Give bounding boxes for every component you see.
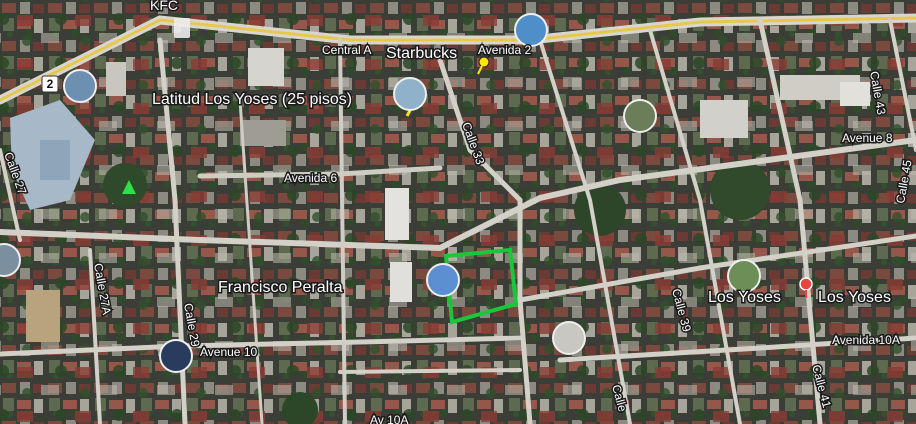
map-canvas[interactable]: 2 KFC Starbucks Latitud Los Yoses (25 pi… xyxy=(0,0,916,424)
label-avenue-10: Avenue 10 xyxy=(200,345,257,359)
map-texture xyxy=(0,0,916,424)
label-los-yoses-poi[interactable]: Los Yoses xyxy=(817,288,893,308)
label-avenida-6: Avenida 6 xyxy=(284,171,337,185)
label-avenida-2: Avenida 2 xyxy=(478,43,531,57)
label-los-yoses-east[interactable]: Los Yoses xyxy=(707,288,783,308)
route-number-text: 2 xyxy=(47,77,54,91)
road-av-10a-bottom xyxy=(338,368,522,374)
photo-thumbnail-icon[interactable] xyxy=(623,99,657,133)
photo-thumbnail-icon[interactable] xyxy=(426,263,460,297)
label-av-10a-bottom: Av 10A xyxy=(370,413,408,424)
label-kfc[interactable]: KFC xyxy=(149,0,180,15)
label-central-avenue: Central A xyxy=(322,43,371,57)
satellite-map[interactable]: 2 KFC Starbucks Latitud Los Yoses (25 pi… xyxy=(0,0,916,424)
photo-thumbnail-icon[interactable] xyxy=(63,69,97,103)
photo-thumbnail-icon[interactable] xyxy=(727,259,761,293)
label-francisco-peralta[interactable]: Francisco Peralta xyxy=(217,278,345,298)
photo-thumbnail-icon[interactable] xyxy=(514,13,548,47)
label-avenida-10a: Avenida 10A xyxy=(832,333,900,347)
label-starbucks[interactable]: Starbucks xyxy=(385,44,459,64)
photo-thumbnail-icon[interactable] xyxy=(159,339,193,373)
photo-thumbnail-icon[interactable] xyxy=(393,77,427,111)
photo-thumbnail-icon[interactable] xyxy=(552,321,586,355)
label-latitud-los-yoses[interactable]: Latitud Los Yoses (25 pisos) xyxy=(151,90,354,110)
label-avenida-8: Avenue 8 xyxy=(842,131,893,145)
restaurant-icon[interactable] xyxy=(174,18,190,38)
